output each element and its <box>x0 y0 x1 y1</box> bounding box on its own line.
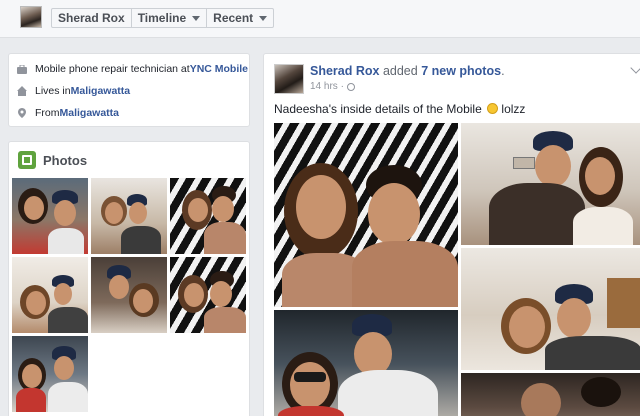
post-photo[interactable] <box>461 248 640 370</box>
home-icon <box>17 86 27 96</box>
workplace-link[interactable]: YNC Mobile <box>190 63 248 75</box>
photos-header[interactable]: Photos <box>18 151 87 169</box>
crumb-profile-name[interactable]: Sherad Rox <box>52 9 132 27</box>
photo-thumbnail[interactable] <box>170 257 246 333</box>
crumb-timeline-dropdown[interactable]: Timeline <box>132 9 208 27</box>
photo-thumbnail[interactable] <box>12 257 88 333</box>
post-options-chevron-icon[interactable] <box>630 62 640 74</box>
globe-icon <box>346 82 355 91</box>
breadcrumb: Sherad Rox Timeline Recent <box>51 8 275 28</box>
chevron-down-icon <box>259 15 268 21</box>
chevron-down-icon <box>192 15 201 21</box>
photo-thumbnail[interactable] <box>91 178 167 254</box>
current-city-link[interactable]: Maligawatta <box>71 85 131 97</box>
photo-thumbnail[interactable] <box>170 178 246 254</box>
post-text: Nadeesha's inside details of the Mobile … <box>274 102 526 116</box>
feed-post: Sherad Rox added 7 new photos. 14 hrs · … <box>263 53 640 416</box>
intro-lives: Lives in Maligawatta <box>17 85 130 97</box>
post-photo[interactable] <box>461 373 640 416</box>
post-photo[interactable] <box>461 123 640 245</box>
intro-card: Mobile phone repair technician at YNC Mo… <box>8 53 250 127</box>
post-header: Sherad Rox added 7 new photos. <box>310 64 505 78</box>
intro-from: From Maligawatta <box>17 107 119 119</box>
photos-icon <box>18 151 36 169</box>
location-pin-icon <box>17 108 27 118</box>
photos-count-link[interactable]: 7 new photos <box>421 64 501 78</box>
profile-avatar[interactable] <box>20 6 42 28</box>
post-author-avatar[interactable] <box>274 64 304 94</box>
post-author-link[interactable]: Sherad Rox <box>310 64 379 78</box>
photo-thumbnail[interactable] <box>91 257 167 333</box>
page-topbar: Sherad Rox Timeline Recent <box>0 0 640 38</box>
crumb-recent-dropdown[interactable]: Recent <box>207 9 273 27</box>
post-photo[interactable] <box>274 310 458 416</box>
post-photo[interactable] <box>274 123 458 307</box>
photo-thumbnail[interactable] <box>12 178 88 254</box>
intro-work: Mobile phone repair technician at YNC Mo… <box>17 63 248 75</box>
photo-thumbnail[interactable] <box>12 336 88 412</box>
smile-emoji-icon <box>487 103 499 114</box>
briefcase-icon <box>17 64 27 74</box>
post-timestamp[interactable]: 14 hrs · <box>310 81 355 92</box>
photos-card: Photos <box>8 141 250 416</box>
photos-title: Photos <box>43 152 88 168</box>
hometown-link[interactable]: Maligawatta <box>60 107 120 119</box>
